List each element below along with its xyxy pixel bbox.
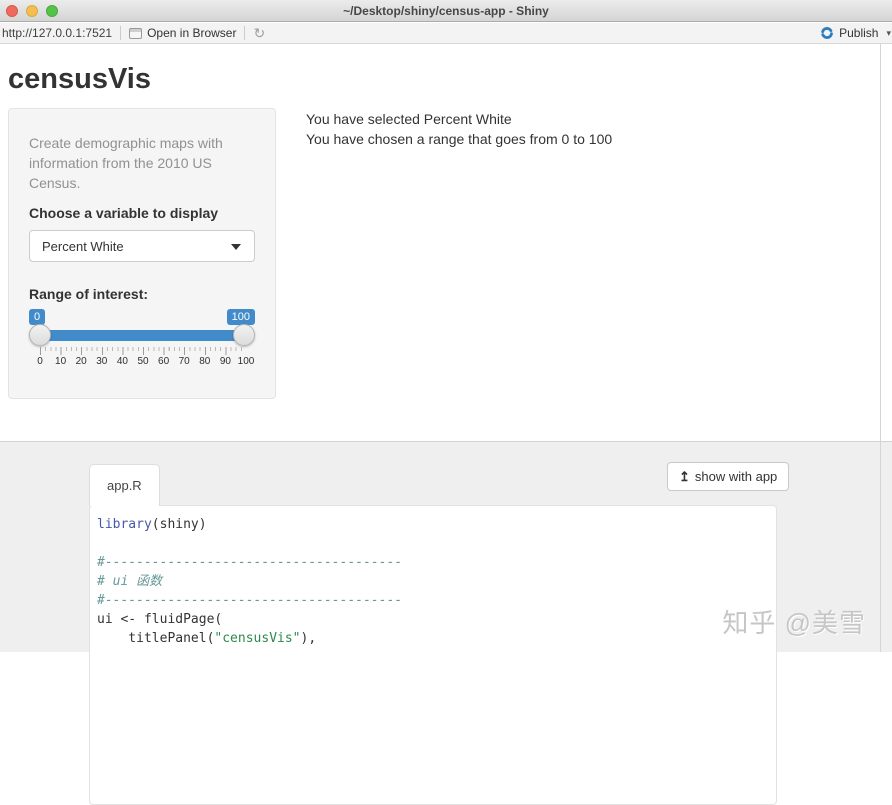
minimize-window-button[interactable] [26,5,38,17]
code-line: # ui 函数 [97,574,163,589]
variable-select-value: Percent White [42,238,124,254]
main-panel: You have selected Percent White You have… [306,109,612,149]
slider-handle-max[interactable] [233,324,255,346]
selected-variable-text: You have selected Percent White [306,111,512,127]
selected-range-text: You have chosen a range that goes from 0… [306,131,613,147]
slider-min-badge: 0 [29,309,46,325]
refresh-button[interactable]: ↻ [253,26,265,40]
browser-window-icon [129,27,143,39]
app-url: http://127.0.0.1:7521 [2,26,113,40]
close-window-button[interactable] [6,5,18,17]
code-line: ui <- fluidPage( [97,612,223,627]
publish-caret-icon: ▾ [886,27,891,38]
slider-max-badge: 100 [226,309,255,325]
tab-app-r[interactable]: app.R [89,464,160,506]
slider-tick-label: 90 [219,356,231,367]
slider-tick-label: 80 [199,356,211,367]
sidebar-panel: Create demographic maps with information… [8,108,276,399]
chevron-down-icon [231,244,241,250]
publish-button[interactable]: Publish ▾ [820,26,891,40]
show-with-app-label: show with app [694,469,778,484]
viewer-toolbar: http://127.0.0.1:7521 Open in Browser ↻ … [0,23,892,44]
toolbar-separator [120,26,122,40]
slider-tick-label: 60 [158,356,170,367]
range-slider[interactable]: 0 100 0 10 20 30 40 50 60 70 80 90 100 [29,309,255,367]
code-block: library(shiny) #------------------------… [97,515,766,648]
code-line: #-------------------------------------- [97,555,403,570]
zoom-window-button[interactable] [46,5,58,17]
slider-tick-label: 10 [55,356,67,367]
open-in-browser-button[interactable]: Open in Browser [129,26,236,40]
traffic-lights [6,5,58,17]
slider-tick-label: 20 [75,356,87,367]
page-title: censusVis [8,63,151,95]
publish-icon [821,27,834,39]
publish-label: Publish [839,26,879,40]
window-title: ~/Desktop/shiny/census-app - Shiny [343,4,549,18]
open-in-browser-label: Open in Browser [147,26,237,40]
slider-label: Range of interest: [29,286,149,302]
code-line: titlePanel("censusVis"), [97,631,317,646]
slider-track[interactable] [33,330,251,341]
slider-tick-label: 100 [237,356,255,367]
slider-tick-label: 40 [116,356,128,367]
window-titlebar: ~/Desktop/shiny/census-app - Shiny [0,0,892,22]
slider-tick-label: 0 [37,356,43,367]
select-input-label: Choose a variable to display [29,205,219,221]
code-line: #-------------------------------------- [97,593,403,608]
code-panel: library(shiny) #------------------------… [89,505,777,805]
help-text: Create demographic maps with information… [29,135,223,191]
slider-tick-marks [40,347,244,355]
slider-tick-label: 30 [96,356,108,367]
scrollbar-track [880,44,881,652]
toolbar-separator [244,26,246,40]
slider-tick-label: 50 [137,356,149,367]
up-arrow-icon: ↥ [679,468,690,484]
slider-handle-min[interactable] [29,324,51,346]
watermark: 知乎 @美雪 [722,608,866,638]
refresh-icon: ↻ [253,25,266,41]
code-line: library(shiny) [97,517,207,532]
show-with-app-button[interactable]: ↥ show with app [667,462,790,491]
variable-select[interactable]: Percent White [29,230,255,262]
slider-tick-label: 70 [178,356,190,367]
